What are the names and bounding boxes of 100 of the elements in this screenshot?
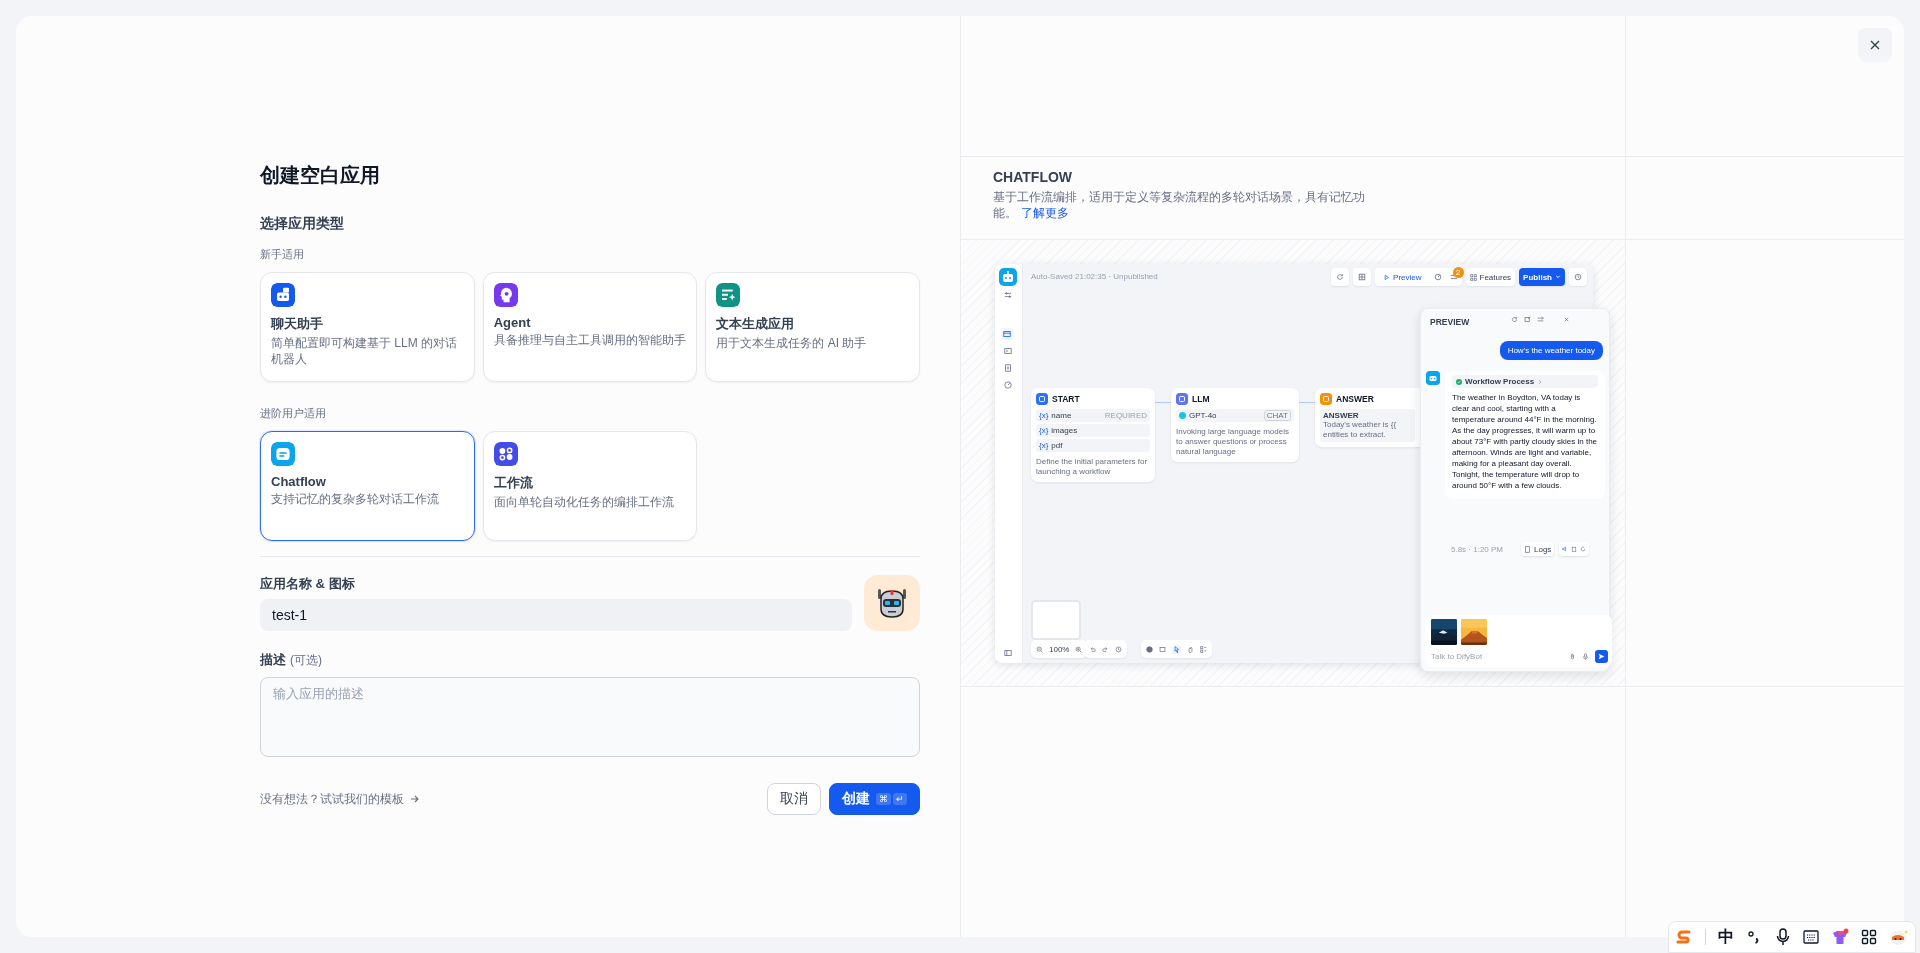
- app-type-name: 聊天助手: [271, 315, 324, 333]
- group-label: 新手适用: [260, 247, 305, 262]
- input-mode[interactable]: 中: [1718, 926, 1735, 948]
- learn-more-link[interactable]: 了解更多: [1021, 206, 1069, 220]
- clipboard-icon[interactable]: [1571, 546, 1577, 552]
- redo-icon[interactable]: [1102, 645, 1109, 653]
- note-icon[interactable]: [1159, 645, 1166, 653]
- field-label: 描述: [260, 651, 286, 669]
- apps-icon[interactable]: [1860, 929, 1877, 945]
- history-button[interactable]: [1569, 268, 1587, 286]
- logs-button[interactable]: Logs: [1521, 542, 1555, 556]
- app-type-icon: [716, 283, 741, 307]
- speaker-icon[interactable]: [1562, 546, 1568, 552]
- undo-icon[interactable]: [1089, 645, 1096, 653]
- clock-icon: [1574, 273, 1582, 281]
- grid-icon: [1358, 273, 1367, 281]
- field-label: 应用名称 & 图标: [260, 575, 356, 593]
- layout-icon[interactable]: [1200, 645, 1207, 653]
- close-icon[interactable]: [1563, 316, 1570, 323]
- refresh-icon[interactable]: [1580, 546, 1586, 552]
- refresh-icon[interactable]: [1511, 316, 1518, 323]
- app-type-card[interactable]: Agent 具备推理与自主工具调用的智能助手: [482, 272, 698, 382]
- publish-button[interactable]: Publish: [1519, 268, 1565, 286]
- export-icon[interactable]: [1524, 316, 1531, 323]
- answer-node[interactable]: ANSWER ANSWER Today's weather is {{ entities to extract.: [1315, 388, 1420, 447]
- swap-icon[interactable]: [1537, 316, 1544, 323]
- pointer-icon[interactable]: [1173, 645, 1180, 653]
- name-input[interactable]: test-1: [260, 599, 852, 631]
- app-type-card[interactable]: 文本生成应用 用于文本生成任务的 AI 助手: [705, 272, 920, 382]
- answer-text: entities to extract.: [1323, 430, 1387, 440]
- attach-icon[interactable]: [1569, 653, 1576, 660]
- arrow-icon: [410, 794, 420, 804]
- send-button[interactable]: [1595, 650, 1608, 663]
- app-type-icon: [493, 283, 518, 307]
- app-type-name: 工作流: [493, 474, 534, 492]
- reply-text: The weather in Boydton, VA today is clear and cool, starting with a temperature around 44°F in the morning. As the day progresses, it will warm up to about 73°F with partly cloudy skies in the afternoon. Winds are light and variable, making for a pleasant day overall. Tonight, the temperature will drop to around 50°F with a few clouds.: [1452, 392, 1598, 491]
- zoom-out-icon[interactable]: [1036, 645, 1043, 653]
- shortcut-key: ↵: [893, 793, 907, 805]
- features-button[interactable]: Features: [1465, 268, 1516, 286]
- app-type-name: Chatflow: [271, 474, 327, 489]
- zoom-level: 100%: [1049, 644, 1070, 654]
- template-link[interactable]: 没有想法？试试我们的模板: [260, 790, 420, 808]
- sliders-icon[interactable]: [1004, 291, 1012, 299]
- gauge-icon[interactable]: [1433, 273, 1442, 281]
- node-title: START: [1052, 394, 1080, 404]
- add-icon[interactable]: [1146, 645, 1153, 653]
- variable-icon: {x}: [1039, 411, 1049, 420]
- microphone-icon[interactable]: [1774, 928, 1791, 946]
- logo-icon[interactable]: [1675, 928, 1693, 946]
- app-type-description: 简单配置即可构建基于 LLM 的对话机器人: [271, 335, 458, 367]
- shirt-icon[interactable]: [1830, 928, 1849, 946]
- node-icon: [1036, 393, 1048, 405]
- gauge-icon[interactable]: [1004, 381, 1012, 389]
- app-type-name: 文本生成应用: [716, 315, 796, 333]
- cancel-button[interactable]: 取消: [767, 783, 821, 815]
- app-type-icon: [493, 442, 518, 466]
- required-tag: REQUIRED: [1104, 411, 1147, 420]
- node-description: Invoking large language models to answer questions or process natural language: [1176, 427, 1290, 457]
- workflow-process-chip[interactable]: Workflow Process: [1452, 375, 1598, 388]
- history-icon[interactable]: [1115, 645, 1122, 653]
- message-meta: 5.8s · 1:20 PM: [1451, 545, 1504, 554]
- keyboard-icon[interactable]: [1802, 930, 1819, 944]
- node-title: LLM: [1192, 394, 1210, 404]
- robot-icon: [999, 268, 1017, 286]
- play-icon: [1383, 273, 1391, 281]
- sidebar-icon[interactable]: [1004, 649, 1012, 657]
- description-field[interactable]: 输入应用的描述: [260, 677, 920, 757]
- zoom-in-icon[interactable]: [1075, 645, 1083, 653]
- toolbar-button[interactable]: [1353, 268, 1372, 286]
- llm-node[interactable]: LLM GPT-4o CHAT Invoking large language models to answer questions or process natural language: [1171, 388, 1299, 462]
- chevron-icon: [1537, 378, 1544, 385]
- app-icon-picker[interactable]: [864, 575, 920, 631]
- terminal-icon[interactable]: [1004, 347, 1012, 355]
- dialog-title: 创建空白应用: [260, 163, 381, 188]
- start-node[interactable]: START {x} name REQUIRED {x} images {x} pdf Define the initial parameters for launching a workflow: [1031, 388, 1155, 482]
- app-type-card[interactable]: Chatflow 支持记忆的复杂多轮对话工作流: [260, 431, 475, 541]
- app-type-card[interactable]: 工作流 面向单轮自动化任务的编排工作流: [482, 431, 698, 541]
- answer-text: Today's weather is {{: [1323, 420, 1398, 430]
- node-icon: [1176, 393, 1188, 405]
- panel-title: PREVIEW: [1430, 317, 1470, 327]
- app-type-icon: [271, 283, 295, 307]
- variable-icon: {x}: [1039, 426, 1049, 435]
- mascot-icon[interactable]: [1889, 928, 1909, 946]
- close-button[interactable]: [1858, 28, 1892, 62]
- mode-tag: CHAT: [1263, 410, 1291, 421]
- robot-icon: [1426, 371, 1440, 385]
- variable-icon: {x}: [1039, 441, 1049, 450]
- create-button[interactable]: 创建 ⌘ ↵: [829, 783, 920, 815]
- hand-icon[interactable]: [1187, 645, 1194, 653]
- optional-hint: (可选): [290, 652, 322, 669]
- window-icon[interactable]: [1003, 330, 1011, 338]
- save-status: Auto-Saved 21:02:35 · Unpublished: [1031, 272, 1158, 281]
- app-type-icon: [271, 442, 295, 466]
- input-placeholder: Talk to DifyBot: [1431, 652, 1484, 661]
- type-description: 基于工作流编排，适用于定义等复杂流程的多轮对话场景，具有记忆功能。 了解更多: [993, 189, 1366, 221]
- app-type-description: 支持记忆的复杂多轮对话工作流: [271, 491, 440, 507]
- app-type-card[interactable]: 聊天助手 简单配置即可构建基于 LLM 的对话机器人: [260, 272, 475, 382]
- toolbar-button[interactable]: [1331, 268, 1350, 286]
- group-label: 进阶用户适用: [260, 406, 327, 421]
- document-icon[interactable]: [1004, 364, 1012, 372]
